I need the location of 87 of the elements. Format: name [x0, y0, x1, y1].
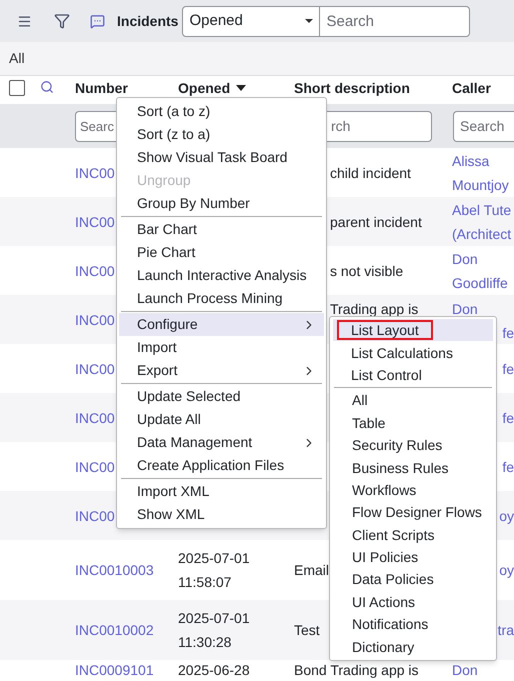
- menu-item[interactable]: Group By Number: [119, 192, 324, 215]
- incident-number-link[interactable]: INC0010002: [75, 622, 154, 638]
- incident-number-link[interactable]: INC00: [75, 214, 115, 230]
- description-text: Email: [294, 562, 330, 578]
- menu-item[interactable]: Bar Chart: [119, 218, 324, 241]
- description-text: parent incident: [330, 214, 422, 230]
- menu-item[interactable]: UI Actions: [334, 590, 492, 614]
- caller-link[interactable]: oy: [499, 562, 514, 578]
- caller-link[interactable]: fe: [502, 325, 514, 341]
- incident-number-link[interactable]: INC00: [75, 458, 115, 474]
- incident-number-link[interactable]: INC00: [75, 262, 115, 278]
- incident-number-link[interactable]: INC00: [75, 410, 115, 426]
- dropdown-caret-icon: [305, 19, 314, 23]
- opened-date-text: 2025-07-01: [178, 610, 250, 626]
- menu-item[interactable]: Configure: [119, 313, 324, 336]
- menu-item[interactable]: List Control: [333, 364, 493, 386]
- menu-item[interactable]: Sort (a to z): [119, 100, 324, 123]
- menu-item[interactable]: UI Policies: [334, 546, 492, 568]
- column-search-field[interactable]: Searc: [75, 110, 116, 142]
- menu-item[interactable]: Import XML: [119, 480, 324, 503]
- column-header[interactable]: Number: [75, 80, 128, 96]
- menu-item[interactable]: Flow Designer Flows: [334, 501, 492, 524]
- caller-link[interactable]: fe: [502, 360, 514, 376]
- search-icon[interactable]: [40, 80, 54, 94]
- breadcrumb[interactable]: All: [9, 48, 25, 69]
- column-search-field[interactable]: rch: [327, 110, 432, 142]
- menu-item[interactable]: Notifications: [334, 613, 492, 636]
- opened-date-text: 2025-07-01: [178, 550, 250, 566]
- menu-item[interactable]: List Calculations: [333, 341, 493, 364]
- description-text: Test: [294, 622, 320, 638]
- menu-item[interactable]: Security Rules: [334, 434, 492, 456]
- menu-item[interactable]: Export: [119, 359, 324, 382]
- column-header[interactable]: Short description: [294, 80, 410, 96]
- incident-number-link[interactable]: INC00: [75, 312, 115, 328]
- menu-item[interactable]: All: [334, 389, 492, 412]
- caller-link[interactable]: (Architect: [452, 226, 512, 242]
- menu-item[interactable]: List Layout: [333, 319, 493, 342]
- menu-item[interactable]: Business Rules: [334, 456, 492, 479]
- incident-number-link[interactable]: INC00: [75, 508, 115, 524]
- description-text: child incident: [330, 164, 411, 180]
- description-text: Bond Trading app is: [294, 662, 419, 678]
- menu-item[interactable]: Pie Chart: [119, 241, 324, 264]
- select-all-checkbox[interactable]: [9, 80, 25, 96]
- filter-icon[interactable]: [54, 13, 70, 29]
- column-header[interactable]: Caller: [452, 80, 491, 96]
- filter-select[interactable]: Opened: [182, 6, 320, 36]
- menu-item[interactable]: Table: [334, 412, 492, 434]
- caller-link[interactable]: Mountjoy: [452, 176, 509, 192]
- menu-item[interactable]: Data Management: [119, 431, 324, 454]
- search-field[interactable]: Search: [320, 6, 470, 36]
- menu-item[interactable]: Client Scripts: [334, 524, 492, 546]
- menu-item[interactable]: Create Application Files: [119, 454, 324, 477]
- incident-number-link[interactable]: INC00: [75, 164, 115, 180]
- menu-item[interactable]: Show Visual Task Board: [119, 146, 324, 169]
- menu-item[interactable]: Sort (z to a): [119, 123, 324, 146]
- menu-item[interactable]: Import: [119, 336, 324, 359]
- menu-item[interactable]: Dictionary: [334, 635, 492, 658]
- caller-link[interactable]: oy: [499, 508, 514, 524]
- menu-item[interactable]: Update Selected: [119, 385, 324, 408]
- caller-link[interactable]: fe: [502, 458, 514, 474]
- opened-date-text: 11:30:28: [178, 634, 232, 650]
- list-title: Incidents: [117, 12, 178, 30]
- caller-link[interactable]: Don: [452, 250, 478, 266]
- column-header[interactable]: Opened: [178, 80, 230, 96]
- menu-icon[interactable]: [17, 14, 32, 28]
- menu-item[interactable]: Show XML: [119, 503, 324, 526]
- caller-link[interactable]: Alissa: [452, 152, 490, 168]
- caller-link[interactable]: Don: [452, 301, 478, 317]
- incident-number-link[interactable]: INC0010003: [75, 562, 154, 578]
- menu-item[interactable]: Launch Interactive Analysis: [119, 264, 324, 287]
- opened-date-text: 11:58:07: [178, 574, 232, 590]
- description-text: s not visible: [330, 262, 404, 278]
- incident-number-link[interactable]: INC00: [75, 360, 115, 376]
- column-search-field[interactable]: Search: [453, 110, 514, 142]
- menu-item[interactable]: Update All: [119, 408, 324, 431]
- menu-item[interactable]: Workflows: [334, 478, 492, 502]
- menu-item[interactable]: Launch Process Mining: [119, 287, 324, 310]
- menu-item[interactable]: Data Policies: [334, 568, 492, 591]
- caller-link[interactable]: fe: [502, 410, 514, 426]
- description-text: Trading app is: [330, 301, 418, 317]
- chat-icon[interactable]: [90, 14, 105, 28]
- caller-link[interactable]: Goodliffe: [452, 274, 508, 290]
- caller-link[interactable]: Abel Tute: [452, 202, 512, 218]
- caller-link[interactable]: Don: [452, 662, 478, 678]
- opened-date-text: 2025-06-28: [178, 662, 250, 678]
- caller-link[interactable]: tra: [498, 622, 514, 638]
- incident-number-link[interactable]: INC0009101: [75, 662, 154, 678]
